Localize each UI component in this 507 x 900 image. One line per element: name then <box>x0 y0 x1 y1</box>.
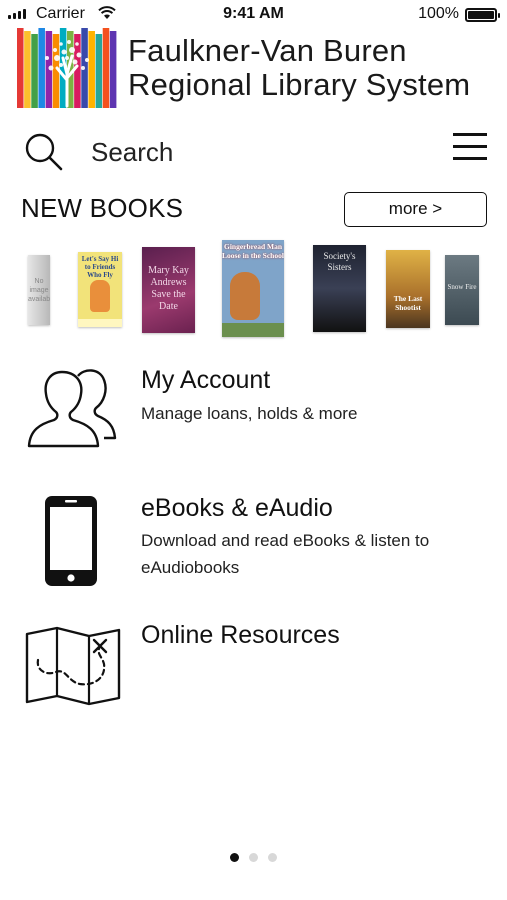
new-books-title: NEW BOOKS <box>21 193 184 223</box>
library-name: Faulkner-Van Buren Regional Library Syst… <box>128 34 470 102</box>
book-cover[interactable]: Snow Fire <box>445 255 479 325</box>
library-name-line1: Faulkner-Van Buren <box>128 33 407 68</box>
book-cover-text: Mary Kay Andrews Save the Date <box>148 265 189 312</box>
menu-item-online-resources[interactable]: Online Resources <box>0 614 507 714</box>
page-indicator <box>0 853 507 862</box>
page-dot[interactable] <box>268 853 277 862</box>
battery-percent: 100% <box>418 5 459 22</box>
book-cover[interactable]: Gingerbread Man Loose in the School <box>222 240 284 337</box>
search-icon[interactable] <box>24 132 64 172</box>
book-cover[interactable]: Let's Say Hi to Friends Who Fly <box>78 252 122 327</box>
book-cover-text: The Last Shootist <box>393 294 423 312</box>
book-cover[interactable]: The Last Shootist <box>386 250 430 328</box>
library-logo <box>17 28 117 108</box>
page-dot[interactable] <box>249 853 258 862</box>
book-cover[interactable]: Society's Sisters <box>313 245 366 332</box>
phone-icon <box>45 496 97 586</box>
menu-item-subtitle: Download and read eBooks & listen to eAu… <box>141 531 430 577</box>
book-cover[interactable]: Mary Kay Andrews Save the Date <box>142 247 195 333</box>
menu-item-subtitle: Manage loans, holds & more <box>141 404 358 423</box>
people-icon <box>27 369 117 448</box>
more-books-button[interactable]: more > <box>344 192 487 227</box>
map-icon <box>25 626 121 706</box>
library-name-line2: Regional Library System <box>128 67 471 102</box>
book-cover-text: Society's Sisters <box>323 251 356 272</box>
menu-item-my-account[interactable]: My Account Manage loans, holds & more <box>0 360 507 460</box>
book-cover-text: Snow Fire <box>447 283 477 291</box>
hamburger-menu-icon[interactable] <box>453 133 487 161</box>
book-cover-text: Gingerbread Man Loose in the School <box>222 242 284 260</box>
menu-item-title: My Account <box>141 366 271 394</box>
status-bar: Carrier 9:41 AM 100% <box>0 0 507 30</box>
menu-item-ebooks[interactable]: eBooks & eAudio Download and read eBooks… <box>0 486 507 596</box>
book-cover-text: Let's Say Hi to Friends Who Fly <box>81 255 119 279</box>
menu-item-title: Online Resources <box>141 621 340 649</box>
book-cover-text: No image available <box>28 278 50 303</box>
page-dot[interactable] <box>230 853 239 862</box>
menu-item-title: eBooks & eAudio <box>141 494 333 522</box>
book-cover[interactable]: No image available <box>28 255 50 325</box>
battery-icon <box>465 8 500 22</box>
search-input[interactable]: Search <box>91 137 173 168</box>
